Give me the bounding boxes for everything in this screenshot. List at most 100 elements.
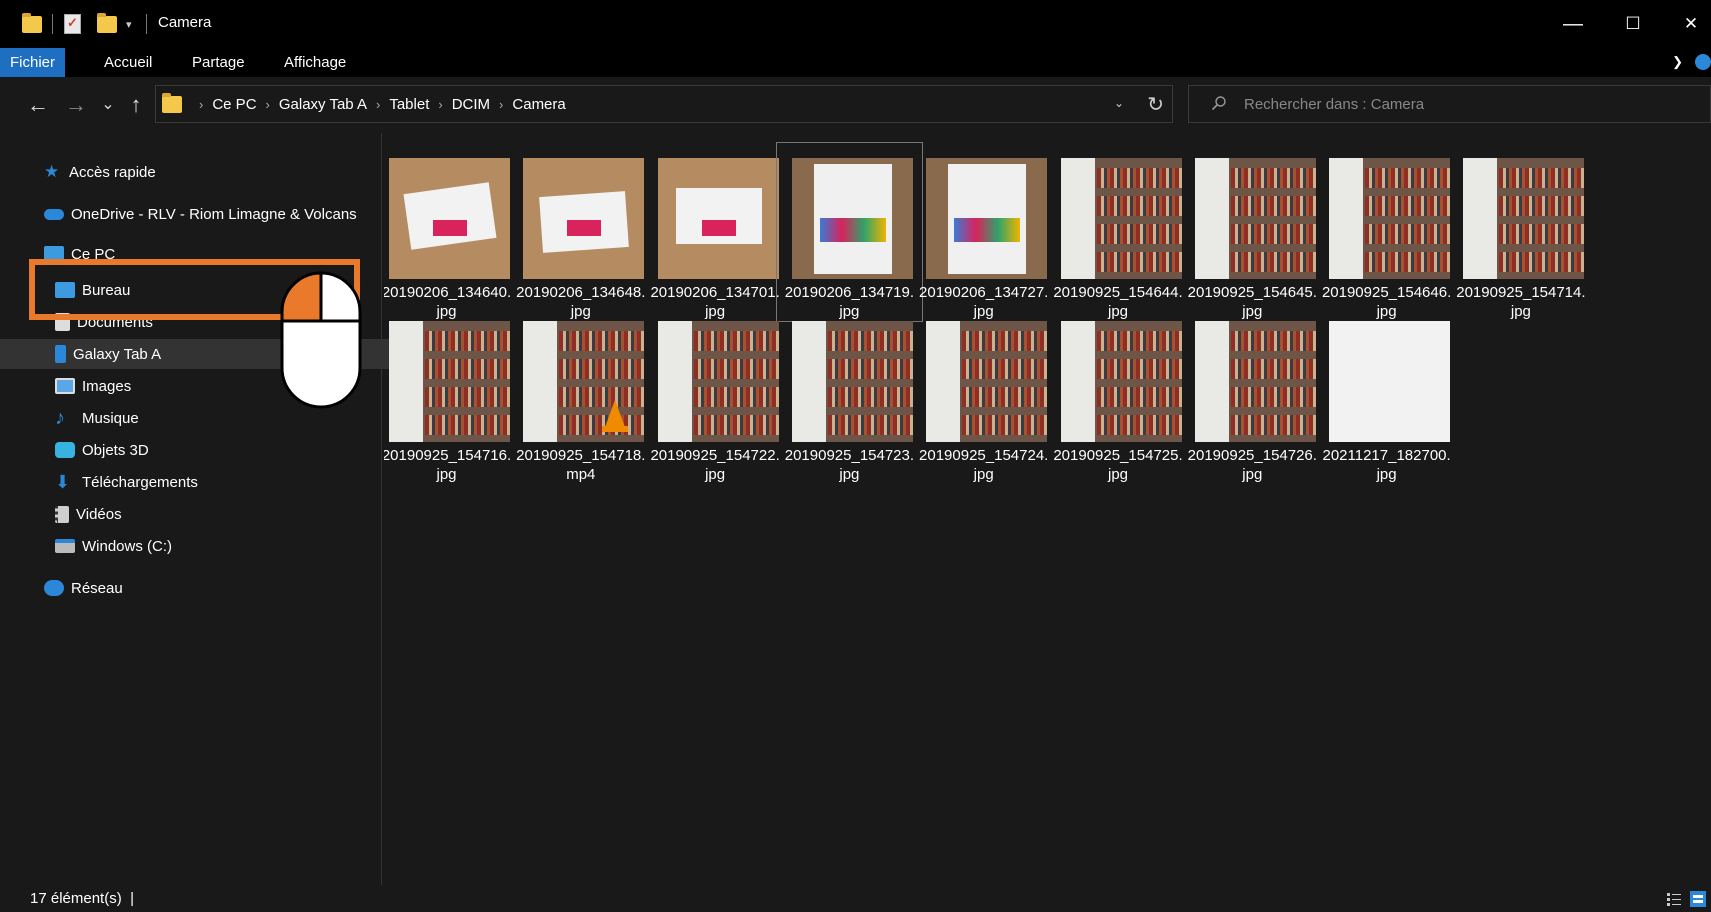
image-thumbnail [926, 321, 1048, 442]
tab-accueil[interactable]: Accueil [94, 48, 162, 77]
new-folder-icon[interactable] [97, 12, 117, 36]
image-thumbnail [791, 321, 913, 442]
divider [146, 14, 147, 34]
image-thumbnail [926, 158, 1048, 279]
mouse-click-icon [280, 271, 362, 409]
breadcrumb-dcim[interactable]: DCIM [452, 96, 490, 113]
image-thumbnail [1329, 158, 1451, 279]
nav-item-label: Téléchargements [82, 473, 198, 491]
network-icon [44, 580, 64, 596]
breadcrumb-camera[interactable]: Camera [512, 96, 565, 113]
image-thumbnail [389, 321, 510, 442]
image-thumbnail [1194, 321, 1316, 442]
maximize-button[interactable]: ☐ [1613, 8, 1653, 40]
file-item[interactable]: 20190925_154646. jpg [1314, 143, 1459, 321]
folder-icon [22, 12, 42, 36]
nav-item-reseau[interactable]: Réseau [0, 573, 426, 603]
forward-button[interactable]: → [62, 85, 90, 125]
file-item[interactable]: 20190206_134640. jpg [384, 143, 519, 321]
minimize-button[interactable]: — [1553, 8, 1593, 40]
address-dropdown-icon[interactable]: ⌄ [1114, 96, 1124, 110]
tab-fichier[interactable]: Fichier [0, 48, 66, 77]
image-thumbnail [1060, 158, 1182, 279]
file-item[interactable]: 20190206_134727. jpg [911, 143, 1056, 321]
file-item[interactable]: 20190925_154724. jpg [911, 306, 1056, 484]
file-item[interactable]: 20190925_154725. jpg [1046, 306, 1191, 484]
folder-icon [162, 92, 182, 113]
file-item[interactable]: 20190206_134648. jpg [508, 143, 653, 321]
nav-item-images[interactable]: Images [0, 371, 437, 401]
search-icon [1211, 96, 1226, 111]
window-title: Camera [158, 14, 212, 31]
chevron-right-icon[interactable]: › [438, 97, 442, 112]
status-bar: 17 élément(s) | [0, 885, 1711, 912]
nav-item-musique[interactable]: ♪ Musique [0, 403, 437, 433]
file-item[interactable]: 20190925_154726. jpg [1180, 306, 1325, 484]
breadcrumb-galaxy-tab-a[interactable]: Galaxy Tab A [279, 96, 367, 113]
music-icon: ♪ [55, 407, 65, 429]
properties-icon[interactable] [64, 12, 81, 36]
nav-item-galaxy-tab-a[interactable]: Galaxy Tab A [0, 339, 437, 369]
tab-partage[interactable]: Partage [182, 48, 255, 77]
nav-item-videos[interactable]: Vidéos [0, 499, 437, 529]
breadcrumb-ce-pc[interactable]: Ce PC [212, 96, 256, 113]
image-thumbnail [657, 158, 779, 279]
vlc-icon [602, 400, 629, 432]
file-item[interactable]: 20190925_154644. jpg [1046, 143, 1191, 321]
up-button[interactable]: ↑ [122, 85, 150, 125]
nav-item-windows-c[interactable]: Windows (C:) [0, 531, 437, 561]
file-item[interactable]: 20190925_154722. jpg [643, 306, 788, 484]
recent-locations-button[interactable]: ⌄ [94, 85, 122, 125]
item-count: 17 élément(s) | [30, 890, 134, 907]
nav-item-label: Windows (C:) [82, 537, 173, 555]
breadcrumb-tablet[interactable]: Tablet [389, 96, 429, 113]
close-button[interactable]: ✕ [1671, 8, 1711, 40]
drive-icon [55, 539, 75, 553]
file-name: 20211217_182700. jpg [1322, 447, 1451, 483]
back-button[interactable]: ← [24, 85, 52, 125]
expand-ribbon-icon[interactable]: ❯ [1672, 54, 1683, 70]
help-icon[interactable] [1695, 54, 1711, 70]
nav-item-label: Accès rapide [69, 163, 156, 181]
address-bar[interactable]: › Ce PC › Galaxy Tab A › Tablet › DCIM ›… [155, 85, 1173, 123]
nav-item-objets-3d[interactable]: Objets 3D [0, 435, 437, 465]
chevron-right-icon[interactable]: › [199, 97, 203, 112]
file-item[interactable]: 20190925_154645. jpg [1180, 143, 1325, 321]
nav-item-onedrive[interactable]: OneDrive - RLV - Riom Limagne & Volcans [0, 199, 426, 229]
details-view-icon[interactable] [1666, 891, 1682, 907]
search-placeholder: Rechercher dans : Camera [1244, 96, 1425, 113]
file-item[interactable]: 20190206_134719. jpg [775, 142, 923, 322]
tablet-icon [55, 345, 66, 363]
video-icon [55, 505, 69, 523]
nav-item-telechargements[interactable]: ⬇ Téléchargements [0, 467, 437, 497]
nav-item-label: OneDrive - RLV - Riom Limagne & Volcans [71, 205, 357, 223]
chevron-right-icon[interactable]: › [499, 97, 503, 112]
cloud-icon [44, 208, 64, 220]
image-thumbnail [1060, 321, 1182, 442]
refresh-button[interactable]: ↻ [1147, 92, 1164, 117]
file-name: 20190925_154714. jpg [1456, 284, 1586, 320]
customize-toolbar-icon[interactable]: ▾ [126, 12, 132, 36]
file-item[interactable]: 20190925_154716. jpg [384, 306, 519, 484]
tab-affichage[interactable]: Affichage [274, 48, 356, 77]
chevron-right-icon[interactable]: › [266, 97, 270, 112]
navigation-pane: ★ Accès rapide OneDrive - RLV - Riom Lim… [0, 133, 437, 885]
address-row: ← → ⌄ ↑ › Ce PC › Galaxy Tab A › Tablet … [0, 85, 1711, 125]
image-thumbnail [1463, 158, 1585, 279]
image-thumbnail [1329, 321, 1451, 442]
image-thumbnail [791, 158, 913, 279]
nav-item-label: Galaxy Tab A [73, 345, 162, 363]
file-item[interactable]: 20211217_182700. jpg [1314, 306, 1459, 484]
nav-item-acces-rapide[interactable]: ★ Accès rapide [0, 157, 426, 187]
large-icons-view-icon[interactable] [1690, 891, 1706, 907]
nav-item-label: Réseau [71, 579, 123, 597]
search-input[interactable]: Rechercher dans : Camera [1188, 85, 1711, 123]
file-item[interactable]: 20190925_154714. jpg [1448, 143, 1593, 321]
star-icon: ★ [44, 162, 60, 181]
file-item[interactable]: 20190925_154723. jpg [777, 306, 922, 484]
nav-item-label: Musique [82, 409, 139, 427]
file-item[interactable]: 20190925_154718. mp4 [508, 306, 653, 484]
file-item[interactable]: 20190206_134701. jpg [643, 143, 788, 321]
chevron-right-icon[interactable]: › [376, 97, 380, 112]
file-name: 20190925_154724. jpg [919, 447, 1049, 483]
